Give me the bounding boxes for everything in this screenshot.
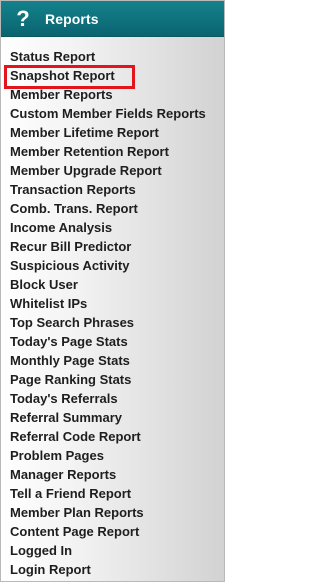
menu-item-content-page-report[interactable]: Content Page Report (1, 522, 224, 541)
menu-item-comb-trans-report[interactable]: Comb. Trans. Report (1, 199, 224, 218)
menu-item-recur-bill-predictor[interactable]: Recur Bill Predictor (1, 237, 224, 256)
menu-item-logged-in[interactable]: Logged In (1, 541, 224, 560)
menu-item-referral-code-report[interactable]: Referral Code Report (1, 427, 224, 446)
menu-item-todays-referrals[interactable]: Today's Referrals (1, 389, 224, 408)
menu-item-top-search-phrases[interactable]: Top Search Phrases (1, 313, 224, 332)
menu-item-suspicious-activity[interactable]: Suspicious Activity (1, 256, 224, 275)
panel-title: Reports (45, 11, 99, 27)
menu-item-member-reports[interactable]: Member Reports (1, 85, 224, 104)
menu-item-login-report[interactable]: Login Report (1, 560, 224, 579)
menu-item-member-plan-reports[interactable]: Member Plan Reports (1, 503, 224, 522)
menu-item-status-report[interactable]: Status Report (1, 47, 224, 66)
menu-item-member-retention-report[interactable]: Member Retention Report (1, 142, 224, 161)
menu-item-monthly-page-stats[interactable]: Monthly Page Stats (1, 351, 224, 370)
reports-panel: ? Reports Status Report Snapshot Report … (0, 0, 225, 582)
menu-item-custom-member-fields-reports[interactable]: Custom Member Fields Reports (1, 104, 224, 123)
reports-menu: Status Report Snapshot Report Member Rep… (1, 47, 224, 579)
menu-item-member-upgrade-report[interactable]: Member Upgrade Report (1, 161, 224, 180)
menu-item-manager-reports[interactable]: Manager Reports (1, 465, 224, 484)
menu-item-snapshot-report[interactable]: Snapshot Report (1, 66, 224, 85)
menu-item-block-user[interactable]: Block User (1, 275, 224, 294)
menu-item-referral-summary[interactable]: Referral Summary (1, 408, 224, 427)
menu-item-page-ranking-stats[interactable]: Page Ranking Stats (1, 370, 224, 389)
question-mark-icon: ? (16, 6, 30, 31)
menu-item-tell-a-friend-report[interactable]: Tell a Friend Report (1, 484, 224, 503)
reports-header: ? Reports (1, 1, 224, 37)
menu-item-problem-pages[interactable]: Problem Pages (1, 446, 224, 465)
menu-item-member-lifetime-report[interactable]: Member Lifetime Report (1, 123, 224, 142)
menu-item-whitelist-ips[interactable]: Whitelist IPs (1, 294, 224, 313)
menu-item-income-analysis[interactable]: Income Analysis (1, 218, 224, 237)
menu-item-todays-page-stats[interactable]: Today's Page Stats (1, 332, 224, 351)
menu-item-transaction-reports[interactable]: Transaction Reports (1, 180, 224, 199)
